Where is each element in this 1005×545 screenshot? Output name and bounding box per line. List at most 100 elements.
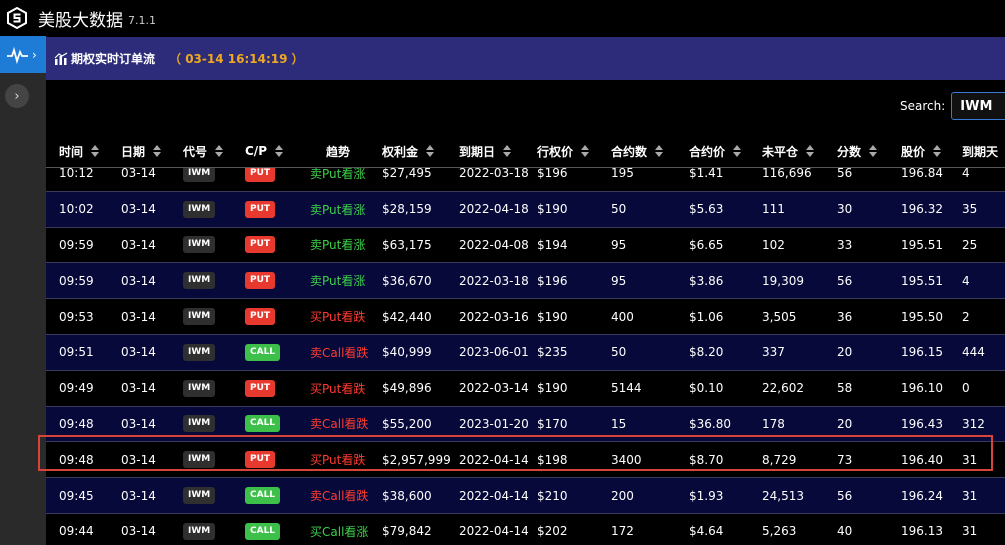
symbol-badge: IWM (183, 451, 216, 469)
cell-premium: $36,670 (382, 263, 432, 298)
trend-label: 卖Call看跌 (310, 345, 369, 360)
symbol-badge: IWM (183, 272, 216, 290)
column-header-score[interactable]: 分数 (837, 134, 878, 168)
column-header-trend[interactable]: 趋势 (326, 134, 350, 168)
cell-expiry: 2022-04-18 (459, 192, 529, 227)
cell-value: 09:48 (59, 452, 94, 467)
column-header-price[interactable]: 合约价 (689, 134, 742, 168)
table-body: 10:12 03-14 IWM PUT 卖Put看涨 $27,495 2022-03-18 $… (46, 156, 1005, 545)
table-row[interactable]: 09:51 03-14 IWM CALL 卖Call看跌 $40,999 2023-06-0… (46, 334, 1005, 371)
column-header-date[interactable]: 日期 (121, 134, 162, 168)
cell-stock-price: 195.51 (901, 228, 943, 263)
cell-price: $1.06 (689, 299, 723, 334)
cell-strike: $198 (537, 442, 568, 477)
cell-strike: $202 (537, 514, 568, 545)
cell-value: 5144 (611, 381, 642, 396)
table-row[interactable]: 09:45 03-14 IWM CALL 卖Call看跌 $38,600 2022-04-1… (46, 478, 1005, 514)
table-row[interactable]: 09:53 03-14 IWM PUT 买Put看跌 $42,440 2022-03-16 $… (46, 299, 1005, 335)
table-row[interactable]: 09:44 03-14 IWM CALL 买Call看涨 $79,842 2022-04-1… (46, 513, 1005, 545)
cell-value: 2023-01-20 (459, 416, 529, 431)
column-header-label: 代号 (183, 144, 208, 159)
cell-contracts: 50 (611, 335, 626, 370)
cell-open-interest: 8,729 (762, 442, 796, 477)
cell-value: 2022-04-18 (459, 202, 529, 217)
cell-date: 03-14 (121, 335, 156, 370)
cell-value: $8.70 (689, 452, 724, 467)
symbol-badge: IWM (183, 415, 216, 433)
table-row[interactable]: 09:48 03-14 IWM PUT 买Put看跌 $2,957,999 2022-04-… (46, 442, 1005, 479)
cell-value: 2023-06-01 (459, 345, 529, 360)
cell-expiry: 2022-04-14 (459, 514, 529, 545)
cell-value: 172 (611, 524, 634, 539)
column-header-open-interest[interactable]: 未平仓 (762, 134, 815, 168)
column-header-strike[interactable]: 行权价 (537, 134, 590, 168)
cell-value: $6.65 (689, 237, 724, 252)
cell-price: $36.80 (689, 407, 731, 442)
cell-value: 4 (962, 166, 970, 181)
cell-dte: 25 (962, 228, 977, 263)
cell-value: $5.63 (689, 202, 724, 217)
column-header-dte[interactable]: 到期天 (962, 134, 998, 168)
table-row[interactable]: 10:02 03-14 IWM PUT 卖Put看涨 $28,159 2022-04-18 $… (46, 191, 1005, 228)
cell-dte: 312 (962, 407, 985, 442)
cell-premium: $63,175 (382, 228, 432, 263)
cell-value: 31 (962, 488, 978, 503)
cell-value: 196.13 (901, 524, 943, 539)
cell-value: 4 (962, 273, 970, 288)
column-header-symbol[interactable]: 代号 (183, 134, 224, 168)
sort-icon (581, 145, 590, 157)
cell-value: 36 (837, 309, 853, 324)
cell-value: 3,505 (762, 309, 797, 324)
cell-contracts: 15 (611, 407, 626, 442)
left-rail: › › (0, 36, 46, 545)
s-logo-icon (7, 7, 27, 29)
cell-value: 200 (611, 488, 634, 503)
cell-open-interest: 337 (762, 335, 785, 370)
cell-score: 20 (837, 407, 852, 442)
cell-expiry: 2022-04-14 (459, 442, 529, 477)
cell-value: 30 (837, 202, 853, 217)
table-row[interactable]: 09:59 03-14 IWM PUT 卖Put看涨 $36,670 2022-03-18 $… (46, 263, 1005, 300)
rail-item-orderflow[interactable]: › (0, 36, 46, 73)
column-header-stock-price[interactable]: 股价 (901, 134, 942, 168)
symbol-badge: IWM (183, 308, 216, 326)
column-header-premium[interactable]: 权利金 (382, 134, 435, 168)
cell-value: 20 (837, 345, 853, 360)
cell-value: 03-14 (121, 488, 156, 503)
cell-stock-price: 196.40 (901, 442, 943, 477)
section-title: 期权实时订单流 (71, 52, 156, 66)
cell-price: $3.86 (689, 263, 723, 298)
cell-contracts: 5144 (611, 371, 642, 406)
expand-sidebar-button[interactable]: › (5, 84, 29, 108)
cell-strike: $170 (537, 407, 568, 442)
cell-value: 2022-03-16 (459, 309, 529, 324)
table-row[interactable]: 09:59 03-14 IWM PUT 卖Put看涨 $63,175 2022-04-08 $… (46, 227, 1005, 264)
cell-value: 3400 (611, 452, 642, 467)
cell-price: $6.65 (689, 228, 723, 263)
cell-value: $194 (537, 237, 568, 252)
search-input[interactable] (951, 92, 1005, 120)
cell-trend: 卖Put看涨 (310, 228, 365, 263)
table-row[interactable]: 09:48 03-14 IWM CALL 卖Call看跌 $55,200 2023-01-2… (46, 406, 1005, 443)
cell-value: 03-14 (121, 166, 156, 181)
cell-value: 15 (611, 416, 627, 431)
column-header-time[interactable]: 时间 (59, 134, 100, 168)
cell-value: 2022-03-14 (459, 381, 529, 396)
table-row[interactable]: 09:49 03-14 IWM PUT 买Put看跌 $49,896 2022-03-14 $… (46, 370, 1005, 407)
cell-contracts: 95 (611, 263, 626, 298)
cell-value: 03-14 (121, 381, 156, 396)
cell-value: 50 (611, 202, 627, 217)
cell-stock-price: 196.43 (901, 407, 943, 442)
cell-value: $36.80 (689, 416, 731, 431)
column-header-cp[interactable]: C/P (245, 134, 283, 168)
column-header-contracts[interactable]: 合约数 (611, 134, 664, 168)
cell-value: 2022-04-08 (459, 237, 529, 252)
cell-value: 2022-03-18 (459, 273, 529, 288)
cell-dte: 31 (962, 478, 977, 513)
column-header-expiry[interactable]: 到期日 (459, 134, 512, 168)
cell-value: $196 (537, 166, 568, 181)
cp-badge: PUT (245, 379, 276, 397)
table-header: 时间 日期 代号 C/P 趋势 权利金 到期日 行权价 合约数 合约价 未平仓 分数 股价 到期天 (46, 134, 1005, 168)
cell-value: 22,602 (762, 381, 804, 396)
sort-icon (215, 145, 224, 157)
